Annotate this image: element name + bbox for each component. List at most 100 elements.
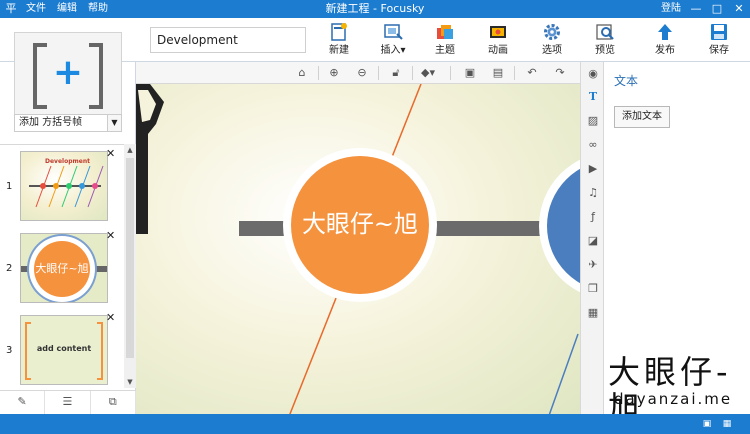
frame-thumbnail-2[interactable]: 2 大眼仔~旭 ✕ bbox=[0, 230, 124, 307]
fill-color-icon[interactable]: ◆▾ bbox=[420, 65, 436, 81]
video-icon[interactable]: ▶ bbox=[585, 161, 601, 177]
menu-help[interactable]: 帮助 bbox=[88, 0, 108, 18]
frame-list-icon[interactable]: ☰ bbox=[45, 391, 91, 414]
publish-button-label: 发布 bbox=[655, 45, 675, 56]
frame-number: 2 bbox=[6, 263, 13, 274]
lock-icon[interactable]: 🔓︎ bbox=[388, 65, 404, 81]
frame-thumbnail-1[interactable]: 1 Development ✕ bbox=[0, 148, 124, 225]
properties-panel: 文本 添加文本 大眼仔-旭 dayanzai.me bbox=[604, 62, 750, 426]
element-rail: ◉ T ▨ ∞ ▶ ♫ ƒ ◪ ✈ ❐ ▦ bbox=[580, 62, 604, 414]
watermark-site: dayanzai.me bbox=[614, 390, 733, 408]
link-icon[interactable]: ∞ bbox=[585, 137, 601, 153]
publish-button[interactable]: 发布 bbox=[642, 20, 688, 60]
slides-icon[interactable]: ◪ bbox=[585, 233, 601, 249]
frame-thumbnail-image: Development bbox=[20, 151, 108, 221]
divider bbox=[514, 66, 515, 80]
frame-thumbnail-image: 大眼仔~旭 bbox=[20, 233, 108, 303]
menu-file[interactable]: 文件 bbox=[26, 0, 46, 18]
frame-number: 1 bbox=[6, 181, 13, 192]
options-button-label: 选项 bbox=[542, 45, 562, 56]
edit-frame-icon[interactable]: ✎ bbox=[0, 391, 46, 414]
frames-panel: + 添加 方括号帧 ▼ 1 Development ✕ 2 大眼仔~旭 ✕ 3 … bbox=[0, 32, 136, 414]
preview-button-label: 预览 bbox=[595, 45, 615, 56]
copy-icon[interactable]: ▣ bbox=[462, 65, 478, 81]
thumbnail-caption: add content bbox=[36, 344, 92, 353]
chevron-down-icon[interactable]: ▼ bbox=[107, 115, 121, 131]
new-doc-icon bbox=[331, 23, 347, 41]
frame-list-scrollbar[interactable]: ▲ ▼ bbox=[124, 144, 136, 388]
delete-frame-button[interactable]: ✕ bbox=[106, 148, 115, 160]
theme-icon bbox=[437, 25, 453, 39]
save-icon bbox=[711, 24, 727, 40]
divider bbox=[412, 66, 413, 80]
zoom-in-icon[interactable]: ⊕ bbox=[326, 65, 342, 81]
plane-icon[interactable]: ✈ bbox=[585, 257, 601, 273]
animation-button-label: 动画 bbox=[488, 45, 508, 56]
login-link[interactable]: 登陆 bbox=[661, 0, 681, 18]
new-button[interactable]: 新建 bbox=[316, 20, 362, 60]
animation-button[interactable]: 动画 bbox=[475, 20, 521, 60]
undo-icon[interactable]: ↶ bbox=[524, 65, 540, 81]
music-icon[interactable]: ♫ bbox=[585, 185, 601, 201]
gear-icon bbox=[544, 24, 560, 40]
frame-thumbnail-3[interactable]: 3 add content ✕ bbox=[0, 312, 124, 388]
flash-icon[interactable]: ƒ bbox=[585, 209, 601, 225]
close-window-button[interactable]: ✕ bbox=[731, 1, 747, 17]
insert-button-label: 插入▾ bbox=[380, 45, 406, 56]
layout-icon[interactable]: ▦ bbox=[585, 305, 601, 321]
frame-type-value: 添加 方括号帧 bbox=[19, 117, 83, 128]
zoom-out-icon[interactable]: ⊖ bbox=[354, 65, 370, 81]
maximize-button[interactable]: □ bbox=[709, 1, 725, 17]
scroll-down-icon[interactable]: ▼ bbox=[124, 376, 136, 388]
home-icon[interactable]: ⌂ bbox=[294, 65, 310, 81]
delete-frame-button[interactable]: ✕ bbox=[106, 230, 115, 242]
divider bbox=[318, 66, 319, 80]
redo-icon[interactable]: ↷ bbox=[552, 65, 568, 81]
minimize-button[interactable]: — bbox=[688, 1, 704, 17]
shape-icon[interactable]: ◉ bbox=[585, 66, 601, 82]
thumbnail-circle-text: 大眼仔~旭 bbox=[34, 241, 90, 297]
animation-icon bbox=[490, 26, 506, 38]
divider bbox=[378, 66, 379, 80]
paste-icon[interactable]: ▤ bbox=[490, 65, 506, 81]
frame-thumbnail-image: add content bbox=[20, 315, 108, 385]
plus-icon: + bbox=[52, 52, 84, 93]
scroll-thumb[interactable] bbox=[126, 158, 134, 358]
delete-frame-button[interactable]: ✕ bbox=[106, 312, 115, 324]
preview-icon bbox=[596, 24, 614, 40]
preview-button[interactable]: 预览 bbox=[582, 20, 628, 60]
image-icon[interactable]: ▨ bbox=[585, 113, 601, 129]
main-circle[interactable]: 大眼仔~旭 bbox=[291, 156, 429, 294]
insert-button[interactable]: 插入▾ bbox=[370, 20, 416, 60]
new-button-label: 新建 bbox=[329, 45, 349, 56]
add-text-button[interactable]: 添加文本 bbox=[614, 106, 670, 128]
theme-button-label: 主题 bbox=[435, 45, 455, 56]
main-circle-text[interactable]: 大眼仔~旭 bbox=[291, 204, 429, 244]
panel-title: 文本 bbox=[614, 74, 639, 88]
status-icon[interactable]: ▣ bbox=[700, 417, 714, 431]
frame-thumbnail-list: 1 Development ✕ 2 大眼仔~旭 ✕ 3 add content … bbox=[0, 144, 136, 388]
publish-icon bbox=[658, 24, 672, 40]
app-icon: 平 bbox=[5, 2, 17, 15]
menu-edit[interactable]: 编辑 bbox=[57, 0, 77, 18]
project-title-input[interactable] bbox=[150, 27, 306, 53]
text-icon[interactable]: T bbox=[585, 89, 601, 105]
theme-button[interactable]: 主题 bbox=[422, 20, 468, 60]
thumbnail-timeline-graphic bbox=[29, 165, 104, 208]
status-bar: ▣ ▦ bbox=[0, 414, 750, 434]
layers-icon[interactable]: ❐ bbox=[585, 281, 601, 297]
title-bar: 平 文件 编辑 帮助 新建工程 - Focusky 登陆 — □ ✕ bbox=[0, 0, 750, 18]
frame-number: 3 bbox=[6, 345, 13, 356]
frames-panel-footer: ✎ ☰ ⧉ bbox=[0, 390, 136, 414]
options-button[interactable]: 选项 bbox=[529, 20, 575, 60]
menu-bar: 文件 编辑 帮助 bbox=[26, 0, 108, 18]
save-button[interactable]: 保存 bbox=[696, 20, 742, 60]
scroll-up-icon[interactable]: ▲ bbox=[124, 144, 136, 156]
canvas-toolbar: ⌂ ⊕ ⊖ 🔓︎ ◆▾ ▣ ▤ ↶ ↷ bbox=[136, 62, 580, 84]
status-icon[interactable]: ▦ bbox=[720, 417, 734, 431]
presentation-canvas[interactable]: 大眼仔~旭 bbox=[136, 84, 580, 414]
frame-type-select[interactable]: 添加 方括号帧 ▼ bbox=[14, 114, 122, 132]
frame-settings-icon[interactable]: ⧉ bbox=[91, 391, 136, 414]
insert-icon bbox=[384, 24, 403, 40]
save-button-label: 保存 bbox=[709, 45, 729, 56]
